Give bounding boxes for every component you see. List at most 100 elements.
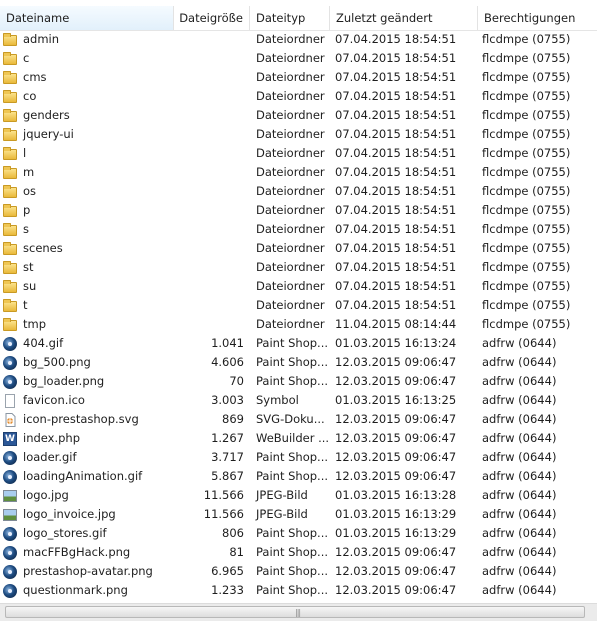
file-name-cell: bg_loader.png (0, 372, 174, 391)
scrollbar-thumb[interactable]: ||| (5, 606, 585, 618)
file-row[interactable]: icon-prestashop.svg 869 SVG-Doku... 12.03.2… (0, 410, 597, 429)
file-row[interactable]: s Dateiordner 07.04.2015 18:54:51 flcdmpe (… (0, 220, 597, 239)
file-row[interactable]: Windex.php 1.267 WeBuilder ... 12.03.2015 0… (0, 429, 597, 448)
file-type: Dateiordner (256, 203, 325, 217)
file-modified: 07.04.2015 18:54:51 (335, 184, 457, 198)
file-row[interactable]: logo.jpg 11.566 JPEG-Bild 01.03.2015 16:13:… (0, 486, 597, 505)
file-modified: 01.03.2015 16:13:29 (335, 507, 457, 521)
file-type: Dateiordner (256, 184, 325, 198)
column-header-permissions[interactable]: Berechtigungen (478, 6, 597, 30)
file-size: 806 (222, 526, 244, 540)
file-size (174, 106, 250, 125)
svg-document-icon (2, 412, 18, 428)
file-row[interactable]: logo_stores.gif 806 Paint Shop... 01.03.201… (0, 524, 597, 543)
file-name-cell: scenes (0, 239, 174, 258)
file-size: 3.003 (211, 393, 244, 407)
file-name: admin (23, 32, 60, 46)
file-modified: 12.03.2015 09:06:47 (335, 374, 457, 388)
file-type: Paint Shop... (256, 336, 329, 350)
file-row[interactable]: bg_500.png 4.606 Paint Shop... 12.03.2015 0… (0, 353, 597, 372)
webuilder-icon: W (2, 431, 18, 447)
file-row[interactable]: os Dateiordner 07.04.2015 18:54:51 flcdmpe … (0, 182, 597, 201)
file-permissions: flcdmpe (0755) (482, 89, 571, 103)
file-row[interactable]: prestashop-avatar.png 6.965 Paint Shop... 1… (0, 562, 597, 581)
file-row[interactable]: loader.gif 3.717 Paint Shop... 12.03.2015 0… (0, 448, 597, 467)
file-row[interactable]: p Dateiordner 07.04.2015 18:54:51 flcdmpe (… (0, 201, 597, 220)
file-name-cell: logo_stores.gif (0, 524, 174, 543)
file-size: 70 (229, 374, 244, 388)
file-type: Dateiordner (256, 279, 325, 293)
file-list-panel: ˄ Dateiname Dateigröße Dateityp Zuletzt … (0, 0, 597, 625)
file-name: cms (23, 70, 47, 84)
file-row[interactable]: jquery-ui Dateiordner 07.04.2015 18:54:51 f… (0, 125, 597, 144)
file-permissions: flcdmpe (0755) (482, 127, 571, 141)
file-name: st (23, 260, 34, 274)
file-permissions: flcdmpe (0755) (482, 222, 571, 236)
file-name: bg_500.png (23, 355, 91, 369)
paintshop-icon (2, 583, 18, 599)
file-modified: 12.03.2015 09:06:47 (335, 412, 457, 426)
file-permissions: adfrw (0644) (482, 412, 557, 426)
file-row[interactable]: co Dateiordner 07.04.2015 18:54:51 flcdmpe … (0, 87, 597, 106)
folder-icon (2, 108, 18, 124)
file-name-cell: admin (0, 30, 174, 49)
file-row[interactable]: loadingAnimation.gif 5.867 Paint Shop... 12… (0, 467, 597, 486)
file-type: WeBuilder ... (256, 431, 330, 445)
file-name: p (23, 203, 31, 217)
file-type: Paint Shop... (256, 355, 329, 369)
file-type: Dateiordner (256, 32, 325, 46)
horizontal-scrollbar[interactable]: ||| (0, 603, 597, 621)
file-row[interactable]: genders Dateiordner 07.04.2015 18:54:51 flc… (0, 106, 597, 125)
file-modified: 12.03.2015 09:06:47 (335, 545, 457, 559)
file-row[interactable]: c Dateiordner 07.04.2015 18:54:51 flcdmpe (… (0, 49, 597, 68)
file-name: favicon.ico (23, 393, 85, 407)
file-type: Dateiordner (256, 51, 325, 65)
file-size (174, 68, 250, 87)
file-row[interactable]: m Dateiordner 07.04.2015 18:54:51 flcdmpe (… (0, 163, 597, 182)
file-permissions: flcdmpe (0755) (482, 203, 571, 217)
file-name-cell: cms (0, 68, 174, 87)
column-header-type[interactable]: Dateityp (250, 6, 330, 30)
column-header-modified[interactable]: Zuletzt geändert (330, 6, 478, 30)
file-row[interactable]: cms Dateiordner 07.04.2015 18:54:51 flcdmpe… (0, 68, 597, 87)
file-row[interactable]: questionmark.png 1.233 Paint Shop... 12.03.… (0, 581, 597, 600)
file-permissions: adfrw (0644) (482, 526, 557, 540)
folder-icon (2, 279, 18, 295)
column-header-name[interactable]: ˄ Dateiname (0, 6, 174, 30)
file-row[interactable]: macFFBgHack.png 81 Paint Shop... 12.03.2015… (0, 543, 597, 562)
file-row[interactable]: logo_invoice.jpg 11.566 JPEG-Bild 01.03.201… (0, 505, 597, 524)
file-name: index.php (23, 431, 81, 445)
file-row[interactable]: tmp Dateiordner 11.04.2015 08:14:44 flcdmpe… (0, 315, 597, 334)
file-size (174, 125, 250, 144)
file-modified: 01.03.2015 16:13:28 (335, 488, 457, 502)
file-row[interactable]: l Dateiordner 07.04.2015 18:54:51 flcdmpe (… (0, 144, 597, 163)
folder-icon (2, 241, 18, 257)
file-permissions: adfrw (0644) (482, 545, 557, 559)
file-row[interactable]: admin Dateiordner 07.04.2015 18:54:51 flcdm… (0, 30, 597, 49)
file-permissions: flcdmpe (0755) (482, 108, 571, 122)
file-row[interactable]: scenes Dateiordner 07.04.2015 18:54:51 flcd… (0, 239, 597, 258)
file-size (174, 220, 250, 239)
paintshop-icon (2, 355, 18, 371)
file-modified: 01.03.2015 16:13:29 (335, 526, 457, 540)
folder-icon (2, 203, 18, 219)
file-list: admin Dateiordner 07.04.2015 18:54:51 flcdm… (0, 30, 597, 600)
column-header-size[interactable]: Dateigröße (174, 6, 250, 30)
file-row[interactable]: 404.gif 1.041 Paint Shop... 01.03.2015 16:1… (0, 334, 597, 353)
file-permissions: flcdmpe (0755) (482, 260, 571, 274)
file-name-cell: c (0, 49, 174, 68)
file-permissions: flcdmpe (0755) (482, 298, 571, 312)
file-row[interactable]: favicon.ico 3.003 Symbol 01.03.2015 16:13:2… (0, 391, 597, 410)
file-row[interactable]: st Dateiordner 07.04.2015 18:54:51 flcdmpe … (0, 258, 597, 277)
file-row[interactable]: su Dateiordner 07.04.2015 18:54:51 flcdmpe … (0, 277, 597, 296)
file-row[interactable]: bg_loader.png 70 Paint Shop... 12.03.2015 0… (0, 372, 597, 391)
file-name: 404.gif (23, 336, 64, 350)
file-size: 1.233 (211, 583, 244, 597)
file-name: l (23, 146, 27, 160)
jpeg-image-icon (2, 507, 18, 523)
file-name-cell: tmp (0, 315, 174, 334)
file-row[interactable]: t Dateiordner 07.04.2015 18:54:51 flcdmpe (… (0, 296, 597, 315)
paintshop-icon (2, 564, 18, 580)
file-type: Dateiordner (256, 70, 325, 84)
paintshop-icon (2, 336, 18, 352)
